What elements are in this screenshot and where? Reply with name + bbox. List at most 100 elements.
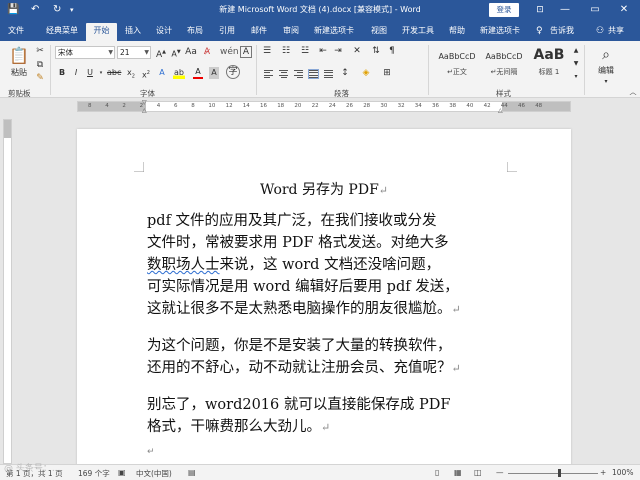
restore-button[interactable]: ▭ <box>586 2 604 18</box>
bold-icon[interactable]: B <box>57 67 67 79</box>
ribbon-display-options-icon[interactable]: ⊡ <box>531 2 549 18</box>
read-mode-icon[interactable]: ▯ <box>435 468 439 477</box>
decrease-indent-icon[interactable]: ⇤ <box>318 45 328 57</box>
superscript-icon[interactable]: x2 <box>140 67 152 82</box>
underline-dropdown-icon[interactable]: ▾ <box>97 67 105 79</box>
tab-help[interactable]: 帮助 <box>444 23 470 41</box>
font-family-select[interactable]: 宋体 ▼ <box>55 46 115 59</box>
grow-font-icon[interactable]: A▲ <box>155 46 167 61</box>
ruler-number: 4 <box>156 103 161 109</box>
increase-indent-icon[interactable]: ⇥ <box>333 45 343 57</box>
tab-home[interactable]: 开始 <box>86 23 117 41</box>
tab-view[interactable]: 视图 <box>366 23 392 41</box>
tab-insert[interactable]: 插入 <box>120 23 146 41</box>
shrink-font-icon[interactable]: A▼ <box>170 46 182 61</box>
ruler-number: 20 <box>294 103 302 109</box>
tab-layout[interactable]: 布局 <box>182 23 208 41</box>
paragraph-1[interactable]: pdf 文件的应用及其广泛，在我们接收或分发 文件时，常被要求用 PDF 格式发… <box>147 210 527 321</box>
tab-file[interactable]: 文件 <box>4 23 28 41</box>
hanging-indent-marker[interactable]: △ <box>142 107 147 114</box>
close-button[interactable]: ✕ <box>615 2 633 18</box>
styles-more-icon[interactable]: ▾ <box>572 71 580 83</box>
borders-icon[interactable]: ⊞ <box>381 67 393 79</box>
find-icon[interactable]: ⌕ <box>596 47 616 63</box>
tab-new-tab-2[interactable]: 新建选项卡 <box>475 23 525 41</box>
font-size-select[interactable]: 21 ▼ <box>117 46 151 59</box>
chinese-layout-icon[interactable]: ✕ <box>352 45 362 57</box>
macro-record-icon[interactable]: ▤ <box>188 468 196 477</box>
crop-mark-top-left <box>134 162 144 172</box>
ruler-number: 26 <box>346 103 353 109</box>
proofing-icon[interactable]: ▣ <box>118 468 126 477</box>
numbering-icon[interactable]: ☷ <box>281 45 291 57</box>
strikethrough-icon[interactable]: abc <box>107 67 121 79</box>
styles-scroll-down-icon[interactable]: ▼ <box>572 58 580 70</box>
tab-design[interactable]: 设计 <box>151 23 177 41</box>
paragraph-3[interactable]: 别忘了，word2016 就可以直接能保存成 PDF 格式，干嘛费那么大劲儿。↵ <box>147 394 527 439</box>
font-color-icon[interactable]: A <box>193 67 203 79</box>
paste-button[interactable]: 粘贴 <box>6 67 32 79</box>
login-button[interactable]: 登录 <box>489 3 519 17</box>
tab-mailings[interactable]: 邮件 <box>246 23 272 41</box>
zoom-slider-track[interactable] <box>508 473 598 474</box>
styles-scroll-up-icon[interactable]: ▲ <box>572 45 580 57</box>
language-indicator[interactable]: 中文(中国) <box>136 468 172 479</box>
zoom-level[interactable]: 100% <box>612 468 633 477</box>
ruler-number: 36 <box>432 103 439 109</box>
share-button[interactable]: 共享 <box>608 23 624 39</box>
editing-dropdown-icon[interactable]: ▾ <box>602 76 610 88</box>
shading-icon[interactable]: ◈ <box>360 67 372 79</box>
tab-new-tab-1[interactable]: 新建选项卡 <box>309 23 359 41</box>
document-page[interactable]: Word 另存为 PDF↵ pdf 文件的应用及其广泛，在我们接收或分发 文件时… <box>77 129 571 469</box>
style-no-spacing[interactable]: AaBbCcD ↵无间隔 <box>481 45 527 83</box>
zoom-slider-thumb[interactable] <box>558 469 561 477</box>
clipboard-paste-icon[interactable]: 📋 <box>8 46 30 66</box>
paragraph-line: 可实际情况是用 word 编辑好后要用 pdf 发送， <box>147 279 459 295</box>
justify-icon[interactable] <box>308 69 319 79</box>
horizontal-ruler[interactable]: 8 4 2 2 4 6 8 10 12 14 16 18 20 22 24 26 28 30 32 34 36 38 40 4… <box>77 101 571 112</box>
print-layout-icon[interactable]: ▦ <box>454 468 462 477</box>
style-normal[interactable]: AaBbCcD ↵正文 <box>434 45 480 83</box>
cut-icon[interactable]: ✂ <box>34 45 46 57</box>
distributed-icon[interactable] <box>324 70 333 78</box>
align-center-icon[interactable] <box>279 70 288 78</box>
bullets-icon[interactable]: ☰ <box>262 45 272 57</box>
copy-icon[interactable]: ⧉ <box>34 59 46 71</box>
line-spacing-icon[interactable]: ↕ <box>339 67 351 79</box>
collapse-ribbon-icon[interactable]: ︿ <box>628 86 638 98</box>
ruler-number: 32 <box>397 103 405 109</box>
web-layout-icon[interactable]: ◫ <box>474 468 482 477</box>
vertical-ruler[interactable] <box>3 119 12 464</box>
tab-review[interactable]: 审阅 <box>278 23 304 41</box>
align-right-icon[interactable] <box>294 70 303 78</box>
first-line-indent-marker[interactable]: ▽ <box>142 99 147 106</box>
highlight-icon[interactable]: ab <box>173 67 185 79</box>
clear-formatting-icon[interactable]: A̷ <box>201 46 213 58</box>
zoom-in-button[interactable]: + <box>600 468 606 477</box>
tab-developer[interactable]: 开发工具 <box>398 23 438 41</box>
character-shading-icon[interactable]: A <box>209 67 219 79</box>
zoom-out-button[interactable]: — <box>496 468 504 477</box>
enclose-characters-icon[interactable]: 字 <box>226 65 240 79</box>
text-effects-icon[interactable]: A <box>157 67 167 79</box>
italic-icon[interactable]: I <box>71 67 81 79</box>
word-count[interactable]: 169 个字 <box>78 468 110 479</box>
document-title[interactable]: Word 另存为 PDF↵ <box>77 179 571 199</box>
tab-classic-menu[interactable]: 经典菜单 <box>40 23 84 41</box>
character-border-icon[interactable]: A <box>240 46 252 58</box>
change-case-icon[interactable]: Aa <box>184 46 198 58</box>
show-marks-icon[interactable]: ¶ <box>387 45 397 57</box>
minimize-button[interactable]: — <box>556 2 574 18</box>
tell-me-box[interactable]: 告诉我 <box>550 23 574 39</box>
right-indent-marker[interactable]: △ <box>498 107 503 114</box>
multilevel-list-icon[interactable]: ☳ <box>300 45 310 57</box>
subscript-icon[interactable]: x2 <box>125 67 137 83</box>
style-heading-1[interactable]: AaB 标题 1 <box>526 45 572 83</box>
tab-references[interactable]: 引用 <box>214 23 240 41</box>
paragraph-2[interactable]: 为这个问题，你是不是安装了大量的转换软件， 还用的不舒心，动不动就让注册会员、充… <box>147 335 527 380</box>
underline-icon[interactable]: U <box>85 67 95 79</box>
align-left-icon[interactable] <box>264 70 273 78</box>
sort-icon[interactable]: ⇅ <box>371 45 381 57</box>
format-painter-icon[interactable]: ✎ <box>34 72 46 84</box>
phonetic-guide-icon[interactable]: wén <box>220 46 239 58</box>
